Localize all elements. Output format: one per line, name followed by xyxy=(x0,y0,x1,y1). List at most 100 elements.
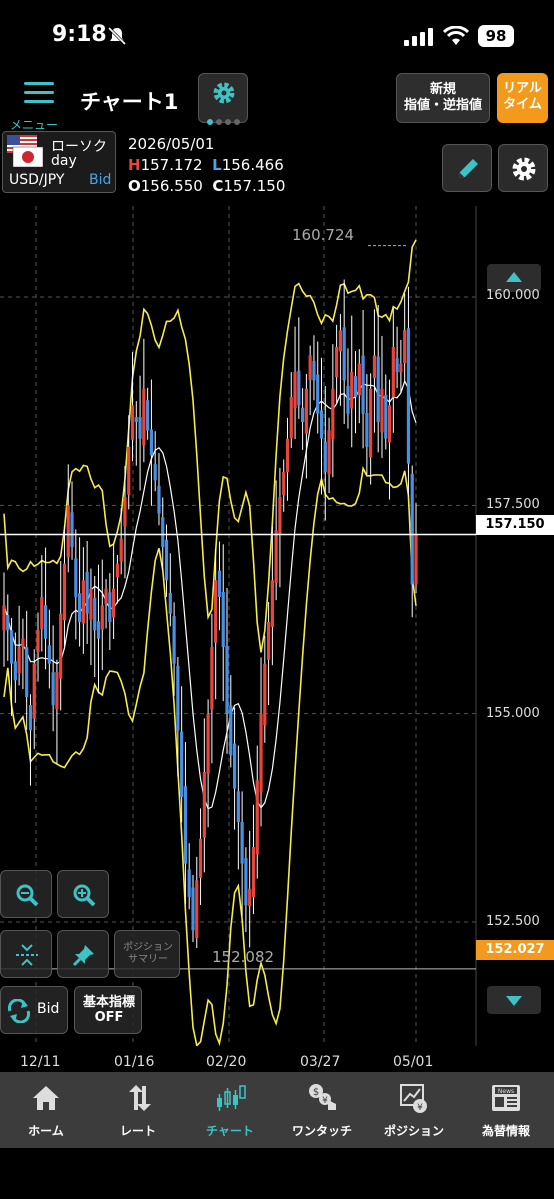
svg-text:¥: ¥ xyxy=(417,1103,423,1113)
instrument-selector[interactable]: ローソク day USD/JPY Bid xyxy=(2,131,116,193)
candle-body xyxy=(380,388,384,433)
candle-body xyxy=(93,597,97,631)
candle-body xyxy=(47,645,51,664)
candle-body xyxy=(259,713,263,793)
candle-body xyxy=(164,539,169,581)
candle-body xyxy=(112,588,116,618)
candle-body xyxy=(403,330,407,364)
zoom-out-icon xyxy=(16,884,39,907)
price-label-160000: 160.000 xyxy=(486,288,540,303)
triangle-up-icon xyxy=(506,272,522,282)
bottom-safe-area xyxy=(0,1148,554,1199)
current-price-tag: 157.150 xyxy=(476,515,554,535)
draw-tool-button[interactable] xyxy=(442,144,492,192)
status-bar: 9:18 98 xyxy=(0,0,554,70)
candle-body xyxy=(312,360,316,381)
candle-body xyxy=(195,880,199,939)
battery-indicator: 98 xyxy=(478,25,514,47)
scroll-down-button[interactable] xyxy=(487,986,541,1014)
candle-body xyxy=(36,630,40,653)
tab-fx-news[interactable]: News 為替情報 xyxy=(460,1072,552,1148)
app-root: 9:18 98 メニュー チャート1 新規 指値・逆指値 リアル タイム ローソ… xyxy=(0,0,554,1199)
news-icon: News xyxy=(492,1085,520,1111)
close-label: C xyxy=(212,177,224,195)
limit-stop-label: 指値・逆指値 xyxy=(403,98,482,113)
candle-body xyxy=(361,355,365,414)
indicator-toggle-button[interactable]: 基本指標 OFF xyxy=(74,986,142,1034)
candle-body xyxy=(399,363,403,373)
candle-body xyxy=(304,388,308,434)
min-price-label: 152.082 xyxy=(212,948,275,966)
bottom-tab-bar: ホーム レート チャート $ ¥ ワンタッチ ¥ ポジション News 為替情報 xyxy=(0,1072,554,1148)
wifi-icon xyxy=(443,26,469,45)
gear-icon xyxy=(213,82,235,104)
status-time: 9:18 xyxy=(52,22,107,47)
zoom-in-button[interactable] xyxy=(57,870,109,918)
candle-body xyxy=(289,397,293,439)
zoom-in-icon xyxy=(73,884,96,907)
candle-body xyxy=(70,512,74,547)
candle-body xyxy=(376,356,380,422)
tab-rate[interactable]: レート xyxy=(92,1072,184,1148)
candle-body xyxy=(43,605,48,639)
candle-body xyxy=(342,327,346,381)
high-label: H xyxy=(128,156,141,174)
tab-home[interactable]: ホーム xyxy=(0,1072,92,1148)
candle-body xyxy=(77,593,82,622)
rate-icon xyxy=(129,1085,151,1111)
date-label: 01/16 xyxy=(114,1054,155,1070)
date-label: 12/11 xyxy=(20,1054,61,1070)
candle-body xyxy=(225,645,229,714)
candle-body xyxy=(395,358,399,372)
candle-body xyxy=(236,791,240,822)
price-chart[interactable]: 160.000 157.500 155.000 152.500 157.150 … xyxy=(0,206,554,1046)
new-order-button[interactable]: 新規 指値・逆指値 xyxy=(396,73,490,123)
candle-body xyxy=(206,713,210,774)
candle-body xyxy=(301,407,305,422)
fit-height-button[interactable] xyxy=(0,930,52,978)
candle-body xyxy=(108,592,112,622)
page-title: チャート1 xyxy=(80,90,179,114)
high-value: 157.172 xyxy=(140,156,203,174)
pin-button[interactable] xyxy=(57,930,109,978)
candle-body xyxy=(244,858,248,906)
candle-body xyxy=(217,570,222,597)
candle-body xyxy=(255,780,259,855)
position-summary-label: ポジション サマリー xyxy=(123,942,173,965)
low-price-tag: 152.027 xyxy=(476,940,554,960)
settings-button[interactable] xyxy=(498,144,548,192)
tab-position[interactable]: ¥ ポジション xyxy=(368,1072,460,1148)
candle-body xyxy=(293,372,297,408)
zoom-out-button[interactable] xyxy=(0,870,52,918)
realtime-label-1: リアル xyxy=(503,81,542,96)
gear-icon xyxy=(512,157,536,181)
candle-body xyxy=(316,374,320,414)
candle-body xyxy=(25,647,29,697)
candle-body xyxy=(62,563,67,621)
expand-vertical-icon xyxy=(16,944,38,966)
candle-body xyxy=(74,558,78,597)
candle-body xyxy=(119,538,123,562)
candlestick-chart[interactable] xyxy=(0,206,554,1046)
bell-muted-icon xyxy=(107,26,127,46)
candle-body xyxy=(100,605,104,630)
close-value: 157.150 xyxy=(223,177,286,195)
currency-pair-label: USD/JPY xyxy=(9,172,65,188)
bid-ask-toggle-button[interactable]: Bid xyxy=(0,986,68,1034)
menu-button[interactable]: メニュー xyxy=(10,80,70,132)
chart-settings-button[interactable] xyxy=(198,73,248,125)
new-order-label: 新規 xyxy=(429,82,456,97)
candle-body xyxy=(127,447,131,495)
candle-body xyxy=(248,888,252,907)
candle-body xyxy=(338,330,343,352)
candle-body xyxy=(240,821,244,864)
tab-chart[interactable]: チャート xyxy=(184,1072,276,1148)
candle-body xyxy=(130,405,135,440)
position-summary-button[interactable]: ポジション サマリー xyxy=(114,930,180,978)
tab-one-touch[interactable]: $ ¥ ワンタッチ xyxy=(276,1072,368,1148)
tab-label: レート xyxy=(119,1124,156,1138)
realtime-button[interactable]: リアル タイム xyxy=(497,73,548,123)
pin-icon xyxy=(72,945,94,967)
candle-body xyxy=(327,430,331,475)
price-label-155000: 155.000 xyxy=(486,706,540,721)
